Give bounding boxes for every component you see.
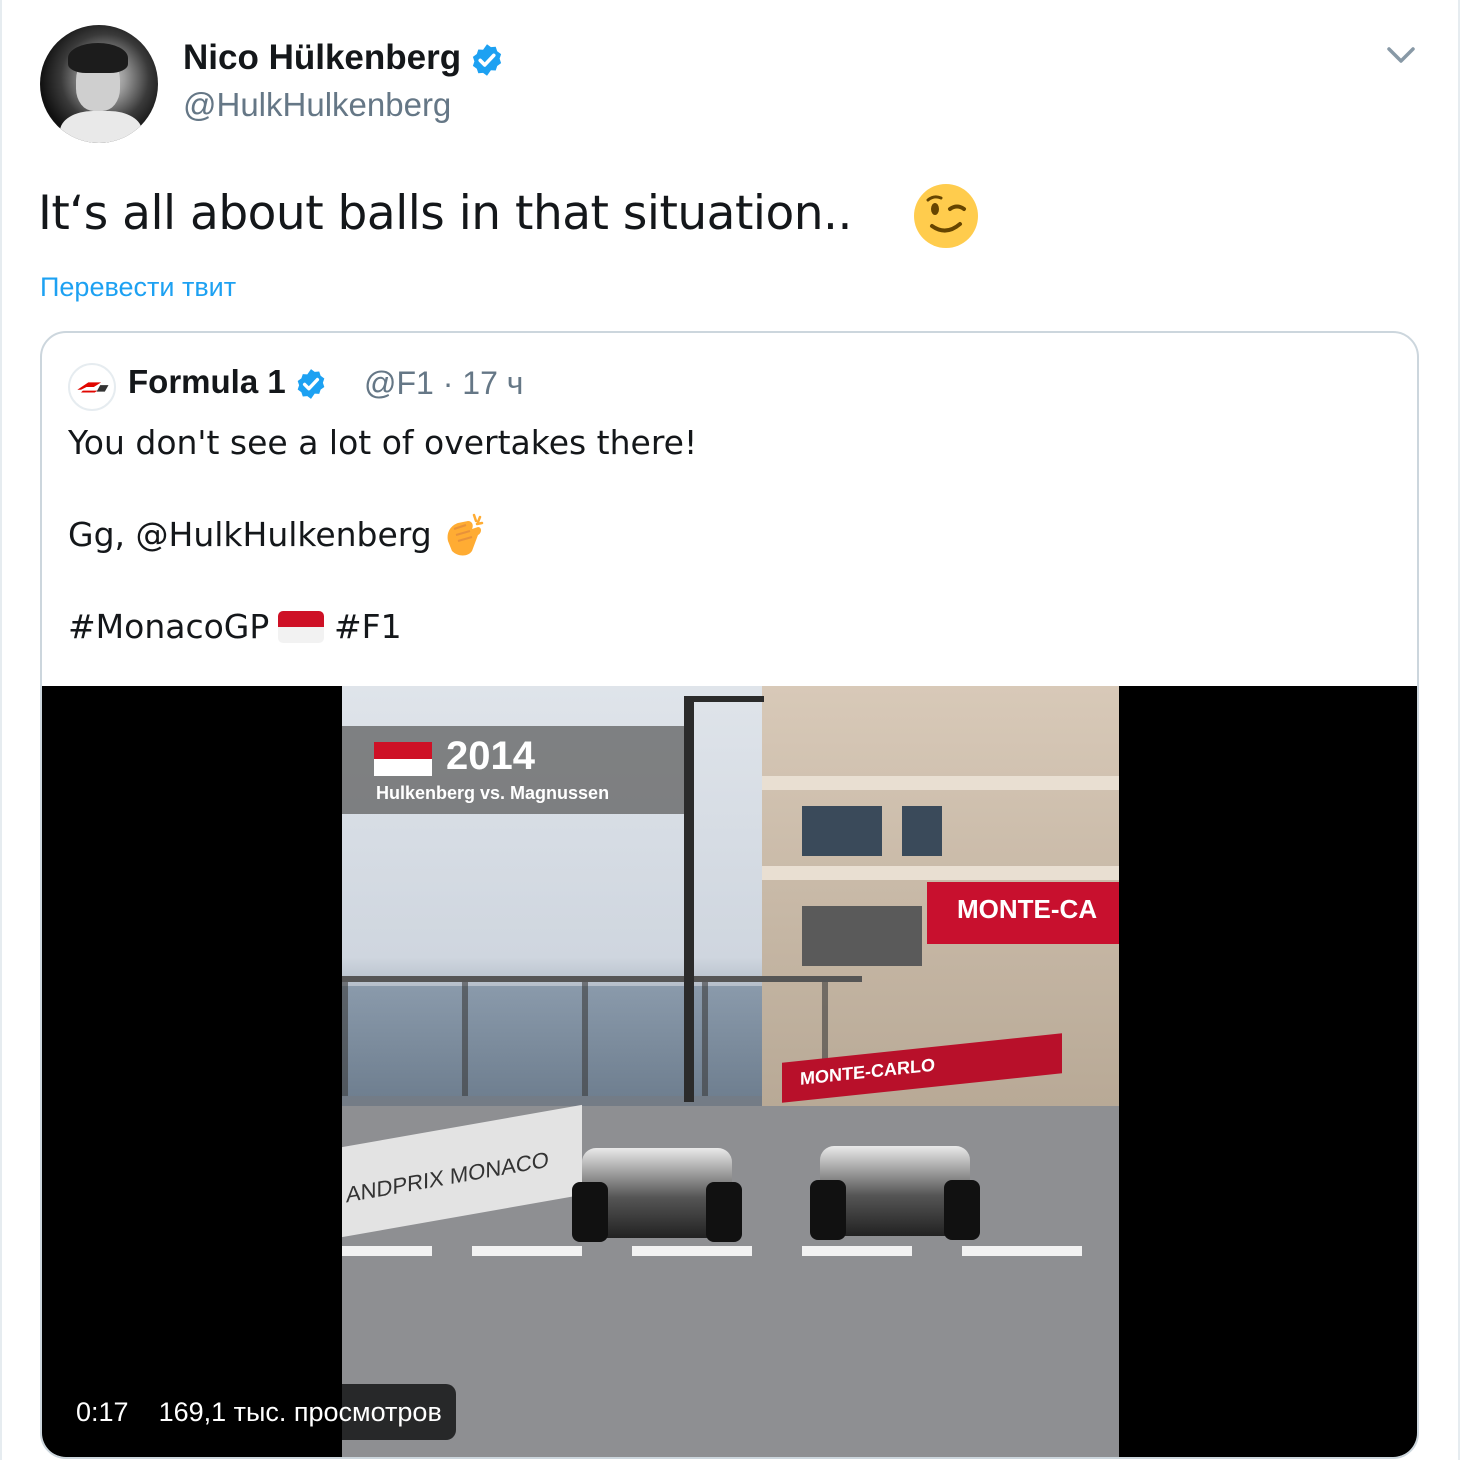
- video-title-overlay: 2014 Hulkenberg vs. Magnussen: [342, 726, 684, 814]
- avatar-hair: [68, 43, 128, 73]
- monaco-flag-icon: [278, 611, 324, 643]
- video-stats-badge: 0:17 169,1 тыс. просмотров: [62, 1384, 456, 1440]
- quoted-text-line-2: Gg, @HulkHulkenberg: [68, 515, 432, 554]
- chevron-down-icon[interactable]: [1384, 40, 1418, 70]
- winking-face-emoji-icon: [914, 184, 978, 248]
- video-views: 169,1 тыс. просмотров: [158, 1396, 442, 1427]
- translate-tweet-link[interactable]: Перевести твит: [40, 272, 236, 303]
- overlay-year: 2014: [446, 734, 535, 778]
- quoted-text-line-1: You don't see a lot of overtakes there!: [68, 423, 698, 462]
- frame-left-border: [0, 0, 2, 1460]
- race-car-right: [810, 1146, 980, 1240]
- clapping-hands-emoji-icon: [447, 513, 484, 556]
- author-name[interactable]: Nico Hülkenberg: [183, 38, 461, 77]
- tweet-text: It‘s all about balls in that situation..: [38, 186, 852, 241]
- f1-logo-icon: [68, 363, 116, 411]
- quoted-author-name[interactable]: Formula 1: [128, 363, 286, 400]
- video-frame: MONTE-CA MONTE-CARLO ANDPRIX MONACO 2014…: [342, 686, 1119, 1457]
- verified-badge-icon: [297, 369, 325, 400]
- video-duration: 0:17: [76, 1396, 129, 1427]
- avatar-shoulder: [60, 111, 142, 143]
- quoted-tweet-card[interactable]: Formula 1 @F1 · 17 ч You don't see a lot…: [40, 331, 1419, 1459]
- verified-badge-icon: [473, 44, 502, 76]
- hashtag-monacogp[interactable]: #MonacoGP: [68, 607, 269, 646]
- overlay-subtitle: Hulkenberg vs. Magnussen: [376, 783, 610, 803]
- author-handle[interactable]: @HulkHulkenberg: [183, 86, 451, 124]
- video-lamp-arm: [684, 696, 764, 702]
- author-avatar[interactable]: [40, 25, 158, 143]
- author-name-row[interactable]: Nico Hülkenberg: [183, 38, 505, 78]
- video-lamp-pole: [684, 702, 694, 1102]
- hashtag-f1[interactable]: #F1: [334, 607, 402, 646]
- monaco-flag-icon: [374, 742, 432, 776]
- video-player[interactable]: MONTE-CA MONTE-CARLO ANDPRIX MONACO 2014…: [42, 686, 1417, 1457]
- quoted-handle-time: @F1 · 17 ч: [364, 365, 524, 401]
- race-car-left: [572, 1148, 742, 1242]
- monte-carlo-banner: MONTE-CA: [927, 882, 1119, 944]
- quoted-author-row[interactable]: Formula 1: [128, 363, 328, 401]
- quoted-text-line-3: #MonacoGP: [68, 607, 269, 646]
